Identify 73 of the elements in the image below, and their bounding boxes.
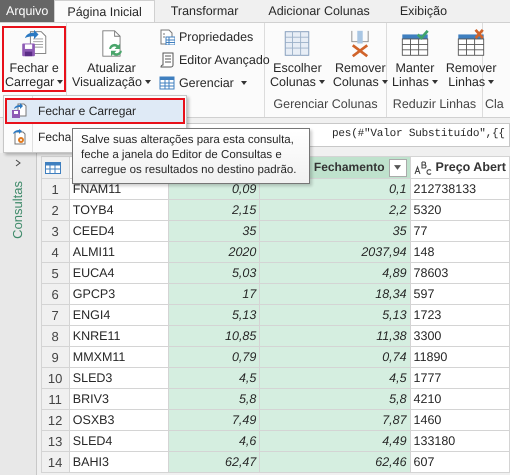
table-cell: BRIV3: [69, 388, 168, 410]
table-cell: 10,85: [168, 326, 260, 346]
row-number: 7: [41, 304, 70, 326]
row-number: 6: [41, 284, 70, 304]
table-cell: 4,6: [168, 430, 260, 452]
table-cell: 62,46: [260, 452, 410, 472]
row-number: 9: [41, 346, 70, 368]
table-cell: 2037,94: [260, 242, 410, 262]
table-cell: SLED4: [69, 430, 168, 452]
table-cell: 78603: [410, 262, 510, 284]
table-cell: GPCP3: [69, 284, 168, 304]
table-cell: 5,8: [168, 388, 260, 410]
table-cell: 11890: [410, 346, 510, 368]
group-label: Reduzir Linhas: [392, 97, 478, 113]
tooltip: Salve suas alterações para esta consulta, feche a janela do Editor de Consultas e carregue os resultados no destino padrão.: [72, 128, 310, 184]
table-cell: 0,79: [168, 346, 260, 368]
row-number: 4: [41, 242, 70, 262]
table-cell: 133180: [410, 430, 510, 452]
table-cell: 4,5: [260, 368, 410, 388]
table-cell: 7,49: [168, 410, 260, 430]
table-cell: 2,15: [168, 200, 260, 220]
table-cell: 5,03: [168, 262, 260, 284]
table-cell: 18,34: [260, 284, 410, 304]
table-cell: EUCA4: [69, 262, 168, 284]
table-cell: CEED4: [69, 220, 168, 242]
table-cell: 1777: [410, 368, 510, 388]
pane-title: Consultas: [10, 181, 26, 239]
table-cell: 7,87: [260, 410, 410, 430]
row-number: 5: [41, 262, 70, 284]
table-cell: 5,13: [168, 304, 260, 326]
table-cell: 5320: [410, 200, 510, 220]
row-number: 2: [41, 200, 70, 220]
table-cell: 4,5: [168, 368, 260, 388]
table-cell: KNRE11: [69, 326, 168, 346]
table-cell: ENGI4: [69, 304, 168, 326]
table-cell: 3300: [410, 326, 510, 346]
table-cell: BAHI3: [69, 452, 168, 472]
column-header: Preço Abert: [410, 156, 510, 178]
table-cell: TOYB4: [69, 200, 168, 220]
table-cell: 148: [410, 242, 510, 262]
table-cell: 35: [168, 220, 260, 242]
table-cell: OSXB3: [69, 410, 168, 430]
table-cell: 212738133: [410, 178, 510, 200]
table-cell: 5,13: [260, 304, 410, 326]
table-cell: 2,2: [260, 200, 410, 220]
row-number: 3: [41, 220, 70, 242]
row-number: 8: [41, 326, 70, 346]
table-cell: 5,8: [260, 388, 410, 410]
table-cell: 597: [410, 284, 510, 304]
row-number: 1: [41, 178, 70, 200]
table-cell: MMXM11: [69, 346, 168, 368]
group-label: Gerenciar Colunas: [272, 97, 379, 113]
table-cell: 4,89: [260, 262, 410, 284]
table-cell: 607: [410, 452, 510, 472]
table-cell: 1460: [410, 410, 510, 430]
table-cell: 35: [260, 220, 410, 242]
table-cell: 1723: [410, 304, 510, 326]
table-cell: 17: [168, 284, 260, 304]
row-number: 12: [41, 410, 70, 430]
row-number: 10: [41, 368, 70, 388]
table-cell: 4210: [410, 388, 510, 410]
table-cell: 77: [410, 220, 510, 242]
table-cell: 4,49: [260, 430, 410, 452]
table-cell: 2020: [168, 242, 260, 262]
group-label: Cla: [485, 97, 505, 113]
table-cell: 11,38: [260, 326, 410, 346]
row-number: 14: [41, 452, 70, 472]
table-cell: ALMI11: [69, 242, 168, 262]
table-cell: 0,74: [260, 346, 410, 368]
table-cell: SLED3: [69, 368, 168, 388]
row-number: 13: [41, 430, 70, 452]
row-number: 11: [41, 388, 70, 410]
table-cell: 62,47: [168, 452, 260, 472]
